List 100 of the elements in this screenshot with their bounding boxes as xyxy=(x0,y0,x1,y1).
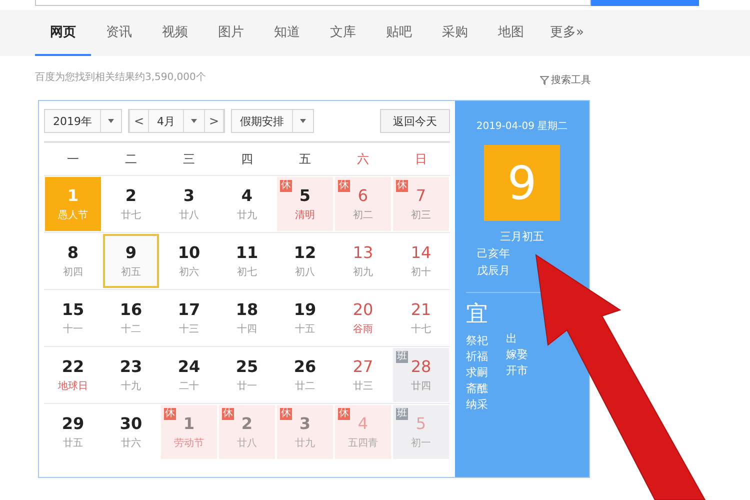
holiday-badge: 休 xyxy=(338,180,350,192)
lunar-date: 廿七 xyxy=(121,208,141,222)
day-number: 2 xyxy=(125,186,137,205)
calendar-day[interactable]: 17 十三 xyxy=(161,291,217,345)
year-select[interactable]: 2019年 xyxy=(44,109,122,133)
caret-icon xyxy=(191,119,197,123)
search-tab[interactable]: 更多» xyxy=(539,10,595,56)
lunar-date: 十一 xyxy=(63,322,83,336)
day-number: 6 xyxy=(358,186,368,205)
search-button[interactable] xyxy=(591,0,699,6)
calendar-day[interactable]: 3 廿八 xyxy=(161,177,217,231)
lunar-date: 廿九 xyxy=(295,436,315,450)
calendar-day[interactable]: 23 十九 xyxy=(103,348,159,402)
lunar-date: 十九 xyxy=(121,380,141,393)
yi-item: 出 xyxy=(506,331,518,347)
weekday-label: 四 xyxy=(240,150,254,168)
detail-date: 2019-04-09 星期二 xyxy=(476,120,568,133)
search-tab[interactable]: 图片 xyxy=(203,10,259,56)
day-number: 7 xyxy=(416,186,426,205)
calendar-day[interactable]: 休 5 清明 xyxy=(277,177,333,231)
calendar-day[interactable]: 20 谷雨 xyxy=(335,291,391,345)
lunar-date: 十七 xyxy=(411,322,431,336)
lunar-date: 廿二 xyxy=(295,380,315,393)
search-tab[interactable]: 文库 xyxy=(315,10,371,56)
yi-item: 开市 xyxy=(506,363,528,379)
calendar-day[interactable]: 14 初十 xyxy=(393,234,449,288)
day-number: 30 xyxy=(120,414,142,433)
lunar-date: 廿五 xyxy=(63,436,83,450)
yi-item: 祭祀 xyxy=(466,333,488,349)
day-number: 22 xyxy=(62,357,84,376)
calendar-day[interactable]: 24 二十 xyxy=(161,348,217,402)
holiday-select[interactable]: 假期安排 xyxy=(231,109,314,133)
search-tab[interactable]: 采购 xyxy=(427,10,483,56)
day-number: 15 xyxy=(62,300,84,319)
day-number: 2 xyxy=(241,414,253,433)
search-tab[interactable]: 资讯 xyxy=(91,10,147,56)
day-number: 3 xyxy=(183,186,195,205)
yi-item: 纳采 xyxy=(466,397,488,413)
next-month-button[interactable]: > xyxy=(204,110,224,132)
calendar-day[interactable]: 21 十七 xyxy=(393,291,449,345)
lunar-date: 初六 xyxy=(179,266,199,279)
day-number: 28 xyxy=(410,357,432,376)
lunar-date: 二十 xyxy=(179,380,199,393)
calendar-day[interactable]: 19 十五 xyxy=(277,291,333,345)
day-number: 5 xyxy=(416,414,426,433)
lunar-date: 五四青 xyxy=(348,436,378,450)
holiday-badge: 班 xyxy=(396,351,408,363)
calendar-day[interactable]: 13 初九 xyxy=(335,234,391,288)
day-number: 27 xyxy=(352,357,374,376)
search-tab[interactable]: 贴吧 xyxy=(371,10,427,56)
calendar-day[interactable]: 22 地球日 xyxy=(45,348,101,402)
weekday-label: 一 xyxy=(66,150,80,168)
day-number: 16 xyxy=(120,300,142,319)
day-number: 20 xyxy=(352,300,374,319)
lunar-date: 廿八 xyxy=(179,208,199,222)
day-number: 10 xyxy=(178,243,200,262)
search-tab[interactable]: 地图 xyxy=(483,10,539,56)
yi-title: 宜 xyxy=(466,301,488,329)
lunar-date: 廿九 xyxy=(237,208,257,222)
calendar-day[interactable]: 29 廿五 xyxy=(45,405,101,459)
calendar-day[interactable]: 26 廿二 xyxy=(277,348,333,402)
calendar-day[interactable]: 4 廿九 xyxy=(219,177,275,231)
search-tools-link[interactable]: 搜索工具 xyxy=(551,73,591,87)
calendar-day[interactable]: 16 十二 xyxy=(103,291,159,345)
lunar-date: 初十 xyxy=(411,266,431,279)
search-tab[interactable]: 视频 xyxy=(147,10,203,56)
lunar-date: 十四 xyxy=(237,322,257,336)
calendar-day[interactable]: 10 初六 xyxy=(161,234,217,288)
lunar-date: 地球日 xyxy=(58,380,88,393)
day-number: 1 xyxy=(183,414,195,433)
day-number: 4 xyxy=(358,414,368,433)
calendar-day[interactable]: 18 十四 xyxy=(219,291,275,345)
holiday-badge: 休 xyxy=(222,408,234,420)
search-tab[interactable]: 网页 xyxy=(35,10,91,56)
prev-month-button[interactable]: < xyxy=(129,110,149,132)
weekday-label: 五 xyxy=(298,150,312,168)
ganzhi-text: 己亥年 xyxy=(477,246,510,261)
calendar-day[interactable]: 27 廿三 xyxy=(335,348,391,402)
lunar-date: 廿三 xyxy=(353,380,373,393)
holiday-badge: 休 xyxy=(164,408,176,420)
calendar-day[interactable]: 30 廿六 xyxy=(103,405,159,459)
day-number: 18 xyxy=(236,300,258,319)
calendar-day[interactable]: 25 廿一 xyxy=(219,348,275,402)
lunar-date: 劳动节 xyxy=(174,436,204,450)
today-button[interactable]: 返回今天 xyxy=(380,109,450,133)
calendar-day[interactable]: 12 初八 xyxy=(277,234,333,288)
calendar-day[interactable]: 9 初五 xyxy=(103,234,159,288)
calendar-day[interactable]: 11 初七 xyxy=(219,234,275,288)
calendar-day[interactable]: 2 廿七 xyxy=(103,177,159,231)
search-tab[interactable]: 知道 xyxy=(259,10,315,56)
yi-item: 祈福 xyxy=(466,349,488,365)
day-number: 21 xyxy=(410,300,432,319)
calendar-day[interactable]: 15 十一 xyxy=(45,291,101,345)
lunar-date: 廿六 xyxy=(121,436,141,450)
search-field[interactable] xyxy=(35,0,591,6)
day-number: 17 xyxy=(178,300,200,319)
calendar-day[interactable]: 8 初四 xyxy=(45,234,101,288)
month-select[interactable]: 4月 xyxy=(149,114,183,128)
lunar-date: 十二 xyxy=(121,322,141,336)
day-number: 14 xyxy=(410,243,432,262)
